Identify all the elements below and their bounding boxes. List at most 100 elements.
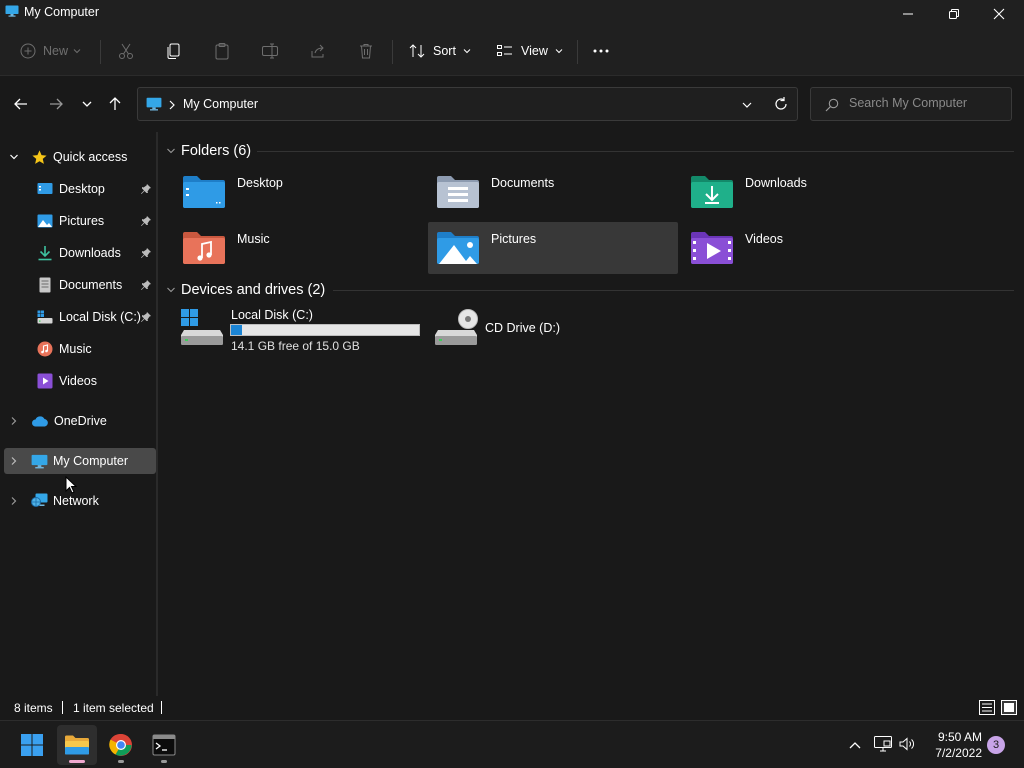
- sort-label: Sort: [433, 44, 456, 58]
- folder-pictures[interactable]: Pictures: [428, 222, 678, 274]
- sidebar-item-quick-access[interactable]: Quick access: [4, 144, 156, 170]
- copy-icon: [167, 43, 180, 59]
- clock-date: 7/2/2022: [935, 746, 982, 760]
- windows-logo-icon: [21, 734, 43, 756]
- sidebar-item-music[interactable]: Music: [4, 336, 156, 362]
- start-button[interactable]: [12, 725, 52, 765]
- copy-button[interactable]: [165, 36, 183, 66]
- item-count: 8 items: [14, 701, 53, 715]
- file-explorer-icon: [65, 735, 89, 755]
- sidebar-item-videos[interactable]: Videos: [4, 368, 156, 394]
- sort-icon: [409, 44, 425, 58]
- recent-locations-button[interactable]: [76, 93, 98, 115]
- section-divider: [333, 290, 1014, 291]
- pin-icon[interactable]: [140, 247, 152, 259]
- pin-icon[interactable]: [140, 279, 152, 291]
- folder-music[interactable]: Music: [174, 222, 424, 274]
- pin-icon[interactable]: [140, 215, 152, 227]
- music-icon: [37, 341, 53, 357]
- arrow-left-icon: [14, 98, 27, 110]
- large-icons-view-icon[interactable]: [1001, 700, 1017, 715]
- more-options-button[interactable]: [592, 36, 610, 66]
- pin-icon[interactable]: [140, 311, 152, 323]
- details-view-icon[interactable]: [979, 700, 995, 715]
- sidebar-item-pictures[interactable]: Pictures: [4, 208, 156, 234]
- chevron-right-icon[interactable]: [9, 496, 19, 506]
- network-status-icon[interactable]: [874, 736, 892, 752]
- trash-icon: [360, 44, 372, 59]
- chevron-down-icon: [555, 49, 563, 54]
- drive-cd[interactable]: CD Drive (D:): [432, 306, 682, 358]
- rename-button[interactable]: [261, 36, 279, 66]
- share-button[interactable]: [309, 36, 327, 66]
- pin-icon[interactable]: [140, 183, 152, 195]
- back-button[interactable]: [10, 93, 32, 115]
- forward-button[interactable]: [45, 93, 67, 115]
- taskbar-terminal[interactable]: [144, 725, 184, 765]
- notification-badge[interactable]: 3: [987, 736, 1005, 754]
- sidebar-item-label: Desktop: [59, 182, 105, 196]
- sort-button[interactable]: Sort: [408, 36, 472, 66]
- sidebar-item-network[interactable]: Network: [4, 488, 156, 514]
- address-path[interactable]: My Computer: [183, 97, 258, 111]
- folder-videos[interactable]: Videos: [682, 222, 932, 274]
- arrow-right-icon: [50, 98, 63, 110]
- sidebar-item-downloads[interactable]: Downloads: [4, 240, 156, 266]
- restore-button[interactable]: [931, 0, 977, 28]
- chevron-right-icon[interactable]: [9, 456, 19, 466]
- share-icon: [311, 44, 324, 58]
- sidebar-item-label: Videos: [59, 374, 97, 388]
- status-separator: [62, 701, 63, 714]
- taskbar-chrome[interactable]: [101, 725, 141, 765]
- new-button[interactable]: New: [20, 36, 82, 66]
- network-icon: [31, 493, 48, 507]
- sidebar-item-documents[interactable]: Documents: [4, 272, 156, 298]
- volume-icon[interactable]: [898, 735, 916, 753]
- folder-desktop[interactable]: Desktop: [174, 166, 424, 218]
- sidebar-item-my-computer[interactable]: My Computer: [4, 448, 156, 474]
- chevron-down-icon[interactable]: [166, 146, 176, 156]
- address-bar[interactable]: My Computer: [137, 87, 798, 121]
- drive-local-disk[interactable]: Local Disk (C:) 14.1 GB free of 15.0 GB: [178, 306, 428, 358]
- folder-label: Pictures: [491, 232, 537, 246]
- videos-icon: [37, 373, 53, 389]
- chrome-icon: [109, 733, 132, 756]
- section-title: Folders (6): [181, 143, 252, 159]
- status-separator: [161, 701, 162, 714]
- chevron-right-icon[interactable]: [9, 416, 19, 426]
- chevron-right-icon: [169, 100, 175, 110]
- taskbar-file-explorer[interactable]: [57, 725, 97, 765]
- search-box[interactable]: [810, 87, 1012, 121]
- chevron-up-icon[interactable]: [848, 739, 862, 751]
- command-bar: New Sort View: [0, 28, 1024, 76]
- folder-documents[interactable]: Documents: [428, 166, 678, 218]
- toolbar-separator: [100, 40, 101, 64]
- drives-section-header[interactable]: Devices and drives (2): [166, 280, 325, 300]
- sidebar-item-onedrive[interactable]: OneDrive: [4, 408, 156, 434]
- toolbar-separator: [392, 40, 393, 64]
- search-input[interactable]: [849, 96, 1004, 110]
- storage-bar-fill: [231, 325, 243, 335]
- folder-downloads[interactable]: Downloads: [682, 166, 932, 218]
- sidebar-item-label: Local Disk (C:): [59, 310, 141, 324]
- up-button[interactable]: [104, 93, 126, 115]
- hard-drive-icon: [181, 309, 223, 345]
- pictures-icon: [37, 214, 53, 228]
- cut-button[interactable]: [117, 36, 135, 66]
- system-clock[interactable]: 9:50 AM 7/2/2022: [935, 729, 982, 761]
- minimize-button[interactable]: [885, 0, 931, 28]
- close-button[interactable]: [976, 0, 1022, 28]
- delete-button[interactable]: [357, 36, 375, 66]
- sidebar-item-local-disk[interactable]: Local Disk (C:): [4, 304, 156, 330]
- folders-section-header[interactable]: Folders (6): [166, 141, 251, 161]
- chevron-down-icon[interactable]: [9, 152, 19, 162]
- title-bar[interactable]: My Computer: [0, 0, 1024, 28]
- view-button[interactable]: View: [496, 36, 564, 66]
- paste-button[interactable]: [213, 36, 231, 66]
- chevron-down-icon[interactable]: [741, 99, 753, 111]
- sidebar-item-desktop[interactable]: Desktop: [4, 176, 156, 202]
- music-folder-icon: [183, 232, 225, 264]
- refresh-icon[interactable]: [773, 96, 789, 112]
- file-explorer-window: My Computer New Sort View My Computer Se…: [0, 0, 1024, 720]
- chevron-down-icon[interactable]: [166, 285, 176, 295]
